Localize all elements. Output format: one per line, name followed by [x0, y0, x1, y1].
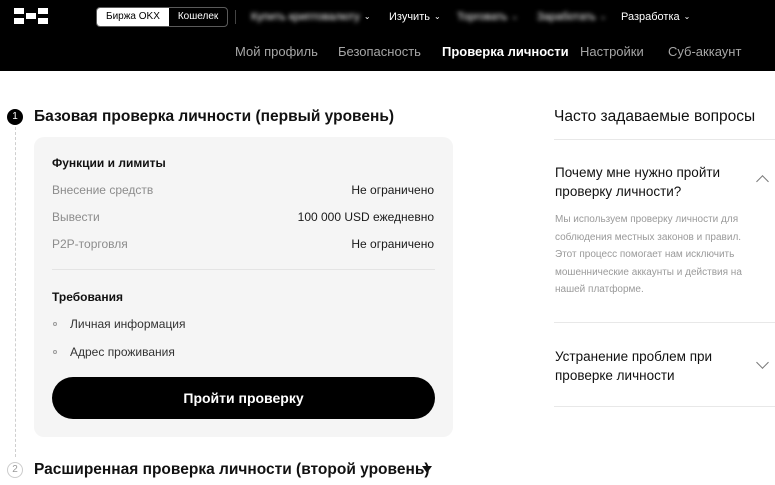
card-divider [52, 269, 435, 270]
faq-divider [554, 322, 775, 323]
deposit-label: Внесение средств [52, 183, 154, 197]
p2p-label: P2P-торговля [52, 237, 128, 251]
wallet-tab[interactable]: Кошелек [169, 8, 227, 26]
level-1-title: Базовая проверка личности (первый уровен… [34, 108, 395, 125]
step-2-indicator: 2 [7, 462, 23, 478]
p2p-value: Не ограничено [351, 237, 434, 251]
faq-divider [554, 406, 775, 407]
nav-trade[interactable]: Торговать ⌄ [457, 10, 518, 25]
nav-trade-label: Торговать [457, 11, 508, 23]
triangle-down-icon[interactable] [422, 466, 432, 473]
deposit-value: Не ограничено [351, 183, 434, 197]
tab-verification[interactable]: Проверка личности [442, 44, 569, 60]
level-2-title[interactable]: Расширенная проверка личности (второй ур… [34, 461, 430, 479]
withdraw-value: 100 000 USD ежедневно [297, 210, 434, 224]
product-switcher: Биржа OKX Кошелек [96, 7, 229, 27]
step-timeline [15, 127, 16, 457]
features-heading: Функции и лимиты [52, 156, 166, 170]
nav-learn-label: Изучить [389, 11, 430, 23]
header-divider [235, 10, 236, 24]
requirement-item: Адрес проживания [52, 345, 175, 359]
chevron-down-icon: ⌄ [363, 12, 371, 21]
faq-divider [554, 139, 775, 140]
chevron-down-icon: ⌄ [599, 12, 607, 21]
faq-question-why-verify[interactable]: Почему мне нужно пройти проверку личност… [555, 163, 745, 201]
tab-subaccount[interactable]: Суб-аккаунт [668, 44, 741, 60]
nav-learn[interactable]: Изучить ⌄ [389, 10, 441, 25]
requirement-item: Личная информация [52, 317, 186, 331]
chevron-down-icon: ⌄ [683, 12, 691, 21]
requirements-heading: Требования [52, 290, 123, 304]
tab-security[interactable]: Безопасность [338, 44, 421, 60]
bullet-icon [53, 350, 57, 354]
chevron-up-icon[interactable] [756, 175, 769, 188]
requirement-address: Адрес проживания [70, 345, 175, 359]
start-verification-button[interactable]: Пройти проверку [52, 377, 435, 419]
step-1-indicator: 1 [7, 109, 23, 125]
nav-develop[interactable]: Разработка ⌄ [621, 10, 690, 25]
chevron-down-icon[interactable] [756, 356, 769, 369]
nav-buy-crypto[interactable]: Купить криптовалюту ⌄ [251, 10, 371, 25]
chevron-down-icon: ⌄ [433, 12, 441, 21]
top-header: Биржа OKX Кошелек Купить криптовалюту ⌄ И… [0, 0, 775, 71]
nav-develop-label: Разработка [621, 11, 680, 23]
faq-title: Часто задаваемые вопросы [554, 108, 756, 125]
okx-logo[interactable] [14, 8, 48, 24]
tab-settings[interactable]: Настройки [580, 44, 644, 60]
faq-answer-why-verify: Мы используем проверку личности для собл… [555, 214, 742, 295]
exchange-tab[interactable]: Биржа OKX [97, 8, 169, 26]
nav-earn-label: Заработать [537, 11, 596, 23]
faq-question-troubleshooting[interactable]: Устранение проблем при проверке личности [555, 347, 745, 385]
tab-profile[interactable]: Мой профиль [235, 44, 318, 60]
withdraw-label: Вывести [52, 210, 100, 224]
nav-buy-crypto-label: Купить криптовалюту [251, 11, 360, 23]
nav-earn[interactable]: Заработать ⌄ [537, 10, 606, 25]
chevron-down-icon: ⌄ [511, 12, 519, 21]
level-1-card: Функции и лимиты Внесение средств Не огр… [34, 137, 453, 437]
requirement-personal-info: Личная информация [70, 317, 186, 331]
bullet-icon [53, 322, 57, 326]
